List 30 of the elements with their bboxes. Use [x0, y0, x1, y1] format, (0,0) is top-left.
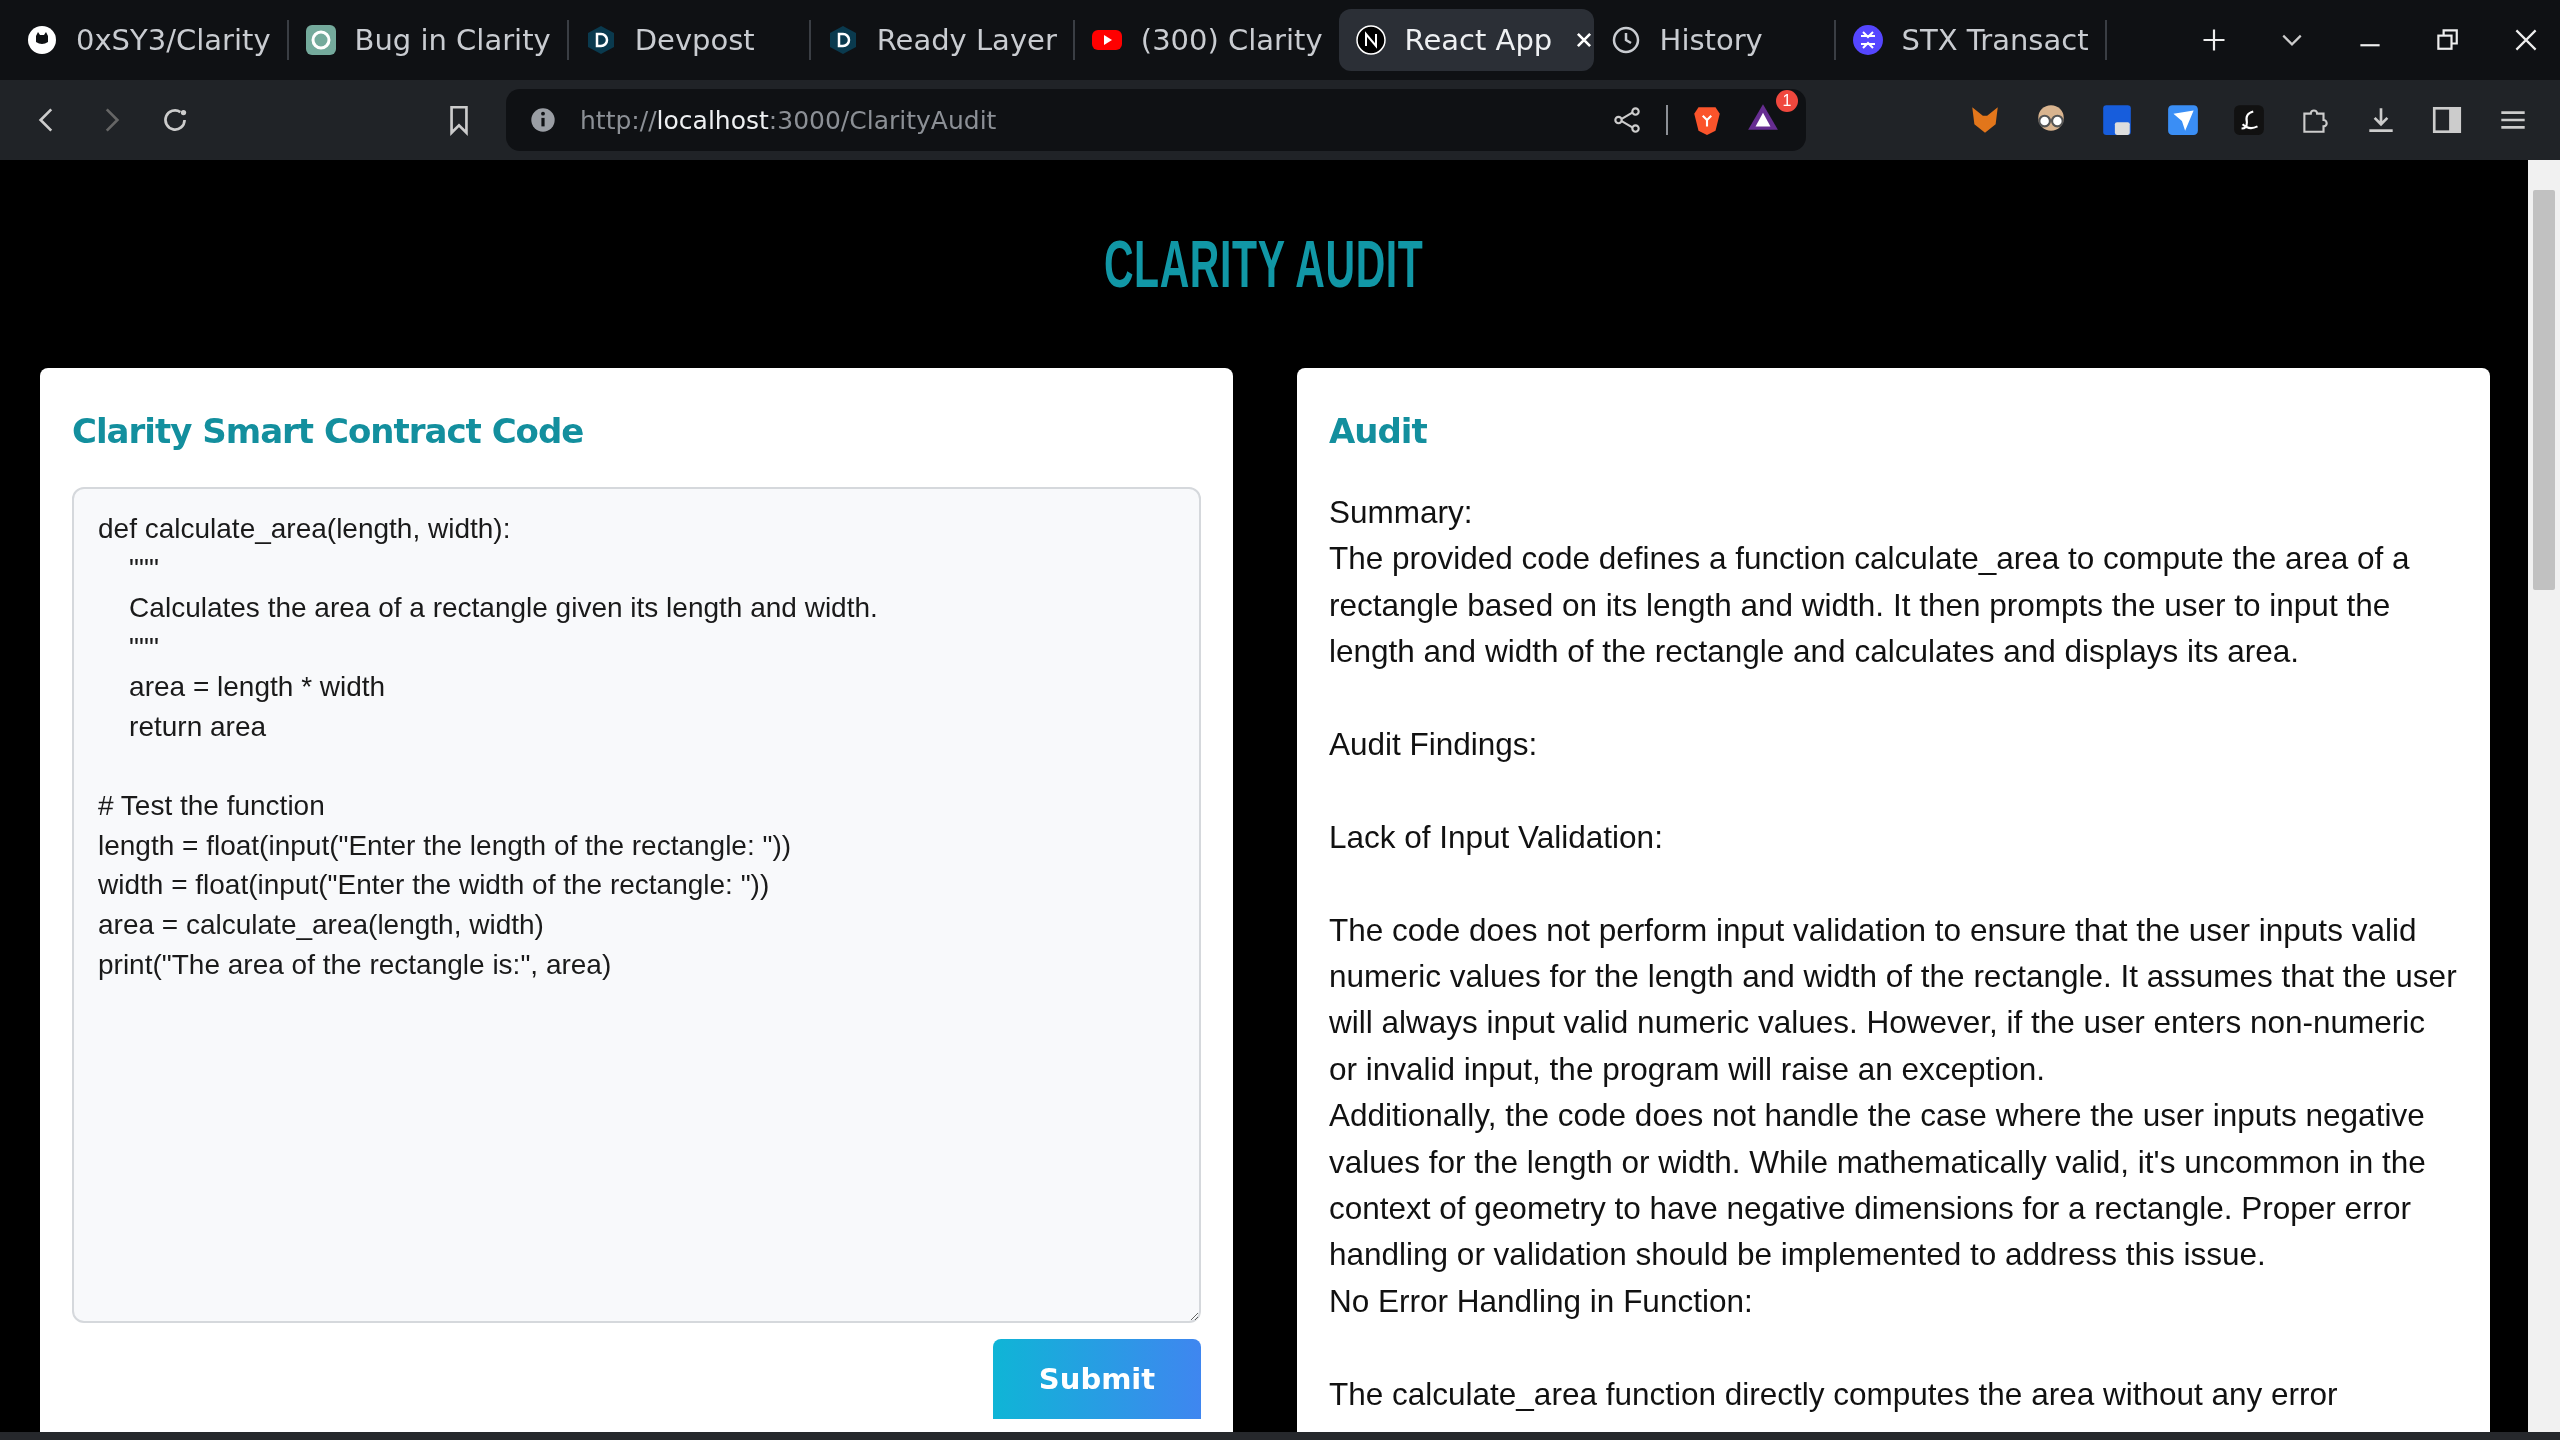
- browser-tab[interactable]: Bug in Clarity: [288, 9, 567, 71]
- send-icon[interactable]: [2166, 103, 2200, 137]
- page-title: CLARITY AUDIT: [1104, 226, 1424, 302]
- audit-paragraph: Audit Findings:: [1329, 725, 1539, 764]
- card-heading: Audit: [1329, 411, 1428, 451]
- lock-icon[interactable]: [2100, 103, 2134, 137]
- scrollbar[interactable]: [2528, 160, 2560, 1432]
- script-icon[interactable]: [2232, 103, 2266, 137]
- browser-tab[interactable]: STX Transact: [1835, 9, 2105, 71]
- card-heading: Clarity Smart Contract Code: [72, 411, 585, 451]
- audit-paragraph: The calculate_area function directly computes the area without any error: [1329, 1374, 2339, 1414]
- scrollbar-thumb[interactable]: [2533, 190, 2555, 590]
- browser-tab[interactable]: 0xSY3/Clarity: [10, 9, 287, 71]
- browser-tab[interactable]: Devpost: [568, 9, 809, 71]
- audit-paragraph: Summary:: [1329, 493, 1474, 532]
- browser-tab[interactable]: Ready Layer: [810, 9, 1073, 71]
- audit-paragraph: The provided code defines a function calculate_area to compute the area of a rectangle based on its length and width. It then prompts the user to input the length and width of the rectangle and calculates and displays its area.: [1329, 539, 2411, 672]
- url-text: http://localhost:3000/ClarityAudit: [580, 105, 997, 135]
- audit-paragraph: The code does not perform input validation to ensure that the user inputs valid numeric values for the length and width of the rectangle. It assumes that the user will always input valid numeric values. However, if the user enters non-numeric or invalid input, the program will raise an exception.: [1329, 910, 2458, 1089]
- browser-tab[interactable]: History: [1593, 9, 1834, 71]
- address-bar[interactable]: http://localhost:3000/ClarityAudit 1: [506, 89, 1806, 151]
- browser-tab[interactable]: (300) Clarity: [1074, 9, 1339, 71]
- audit-paragraph: No Error Handling in Function:: [1329, 1281, 1754, 1321]
- circle-icon: [1354, 24, 1387, 56]
- code-input[interactable]: def calculate_area(length, width): """ Calculates the area of a rectangle given its length and width. """ area = length * width return area # Test the function length = float(input("Enter the length of the rectangle: ")) width = float(input("Enter the width of the rectangle: ")) area = calculate_area(length, width) print("The area of the rectangle is:", area): [72, 487, 1201, 1323]
- asterisk-icon: [1851, 24, 1884, 56]
- browser-tab[interactable]: React App: [1338, 9, 1594, 71]
- notification-badge: 1: [1776, 90, 1798, 112]
- audit-paragraph: Lack of Input Validation:: [1329, 817, 1664, 857]
- audit-paragraph: Additionally, the code does not handle the case where the user inputs negative values for the length or width. While mathematically valid, it's uncommon in the context of geometry to have negative dimensions for a rectangle. Proper error handling or validation should be implemented to address this issue.: [1329, 1096, 2427, 1275]
